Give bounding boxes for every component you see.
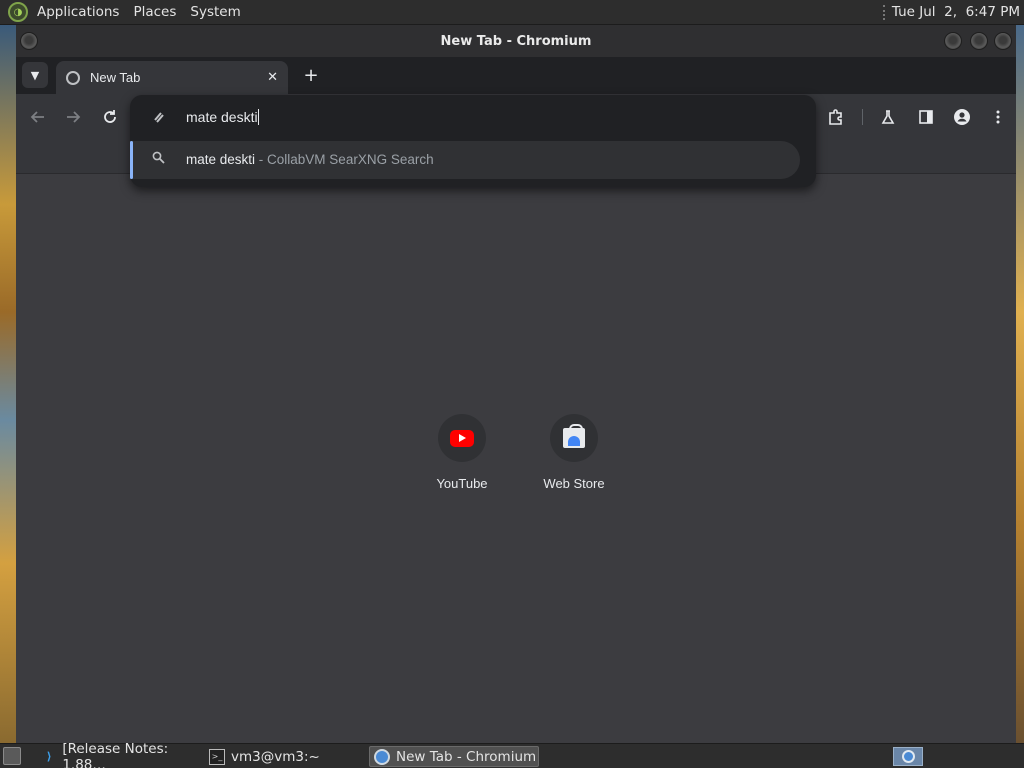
shortcut-tile[interactable]: [438, 414, 486, 462]
text-caret: [257, 109, 259, 125]
shortcut-tile[interactable]: [550, 414, 598, 462]
clock-area: Tue Jul 2, 6:47 PM: [882, 4, 1024, 20]
taskbar-item-label: New Tab - Chromium: [396, 748, 537, 765]
suggestion-selected-indicator: [130, 141, 133, 179]
web-store-icon: [563, 424, 585, 448]
chevron-down-icon: ▼: [30, 68, 40, 82]
window-title: New Tab - Chromium: [440, 33, 592, 49]
maximize-button[interactable]: [970, 32, 988, 50]
taskbar-item-label: [Release Notes: 1.88…: [62, 740, 169, 768]
clock[interactable]: Tue Jul 2, 6:47 PM: [892, 4, 1020, 20]
new-tab-button[interactable]: +: [298, 62, 324, 88]
terminal-icon: >_: [209, 748, 225, 765]
browser-window: New Tab - Chromium ▼ New Tab ✕ + YouTube…: [16, 25, 1016, 743]
omnibox-text-container[interactable]: mate deskti: [186, 109, 259, 125]
labs-flask-icon[interactable]: [876, 105, 900, 129]
workspace-switcher[interactable]: [893, 747, 923, 766]
taskbar-item-chromium[interactable]: New Tab - Chromium: [369, 746, 539, 767]
omnibox-suggestion[interactable]: mate deskti - CollabVM SearXNG Search: [130, 141, 800, 179]
new-tab-page: YouTube Web Store: [16, 174, 1016, 743]
toolbar-divider: [862, 109, 863, 125]
taskbar-item-terminal[interactable]: >_ vm3@vm3:~: [205, 746, 365, 767]
panel-separator: [882, 4, 886, 20]
reload-icon[interactable]: [98, 105, 122, 129]
side-panel-icon[interactable]: [914, 105, 938, 129]
applications-menu[interactable]: Applications: [30, 0, 126, 25]
close-window-button[interactable]: [994, 32, 1012, 50]
show-desktop-button[interactable]: [3, 747, 21, 765]
suggestion-text: mate deskti - CollabVM SearXNG Search: [186, 152, 434, 167]
taskbar-item-label: vm3@vm3:~: [231, 748, 320, 765]
suggestion-engine: - CollabVM SearXNG Search: [255, 152, 434, 167]
omnibox-typed-text[interactable]: mate deskti: [186, 109, 258, 125]
desktop-wallpaper-right: [1016, 25, 1024, 743]
search-icon: [152, 151, 165, 168]
desktop-wallpaper-left: [0, 25, 16, 743]
mate-menu-icon[interactable]: ◑: [8, 2, 28, 22]
profile-avatar-icon[interactable]: [950, 105, 974, 129]
close-tab-icon[interactable]: ✕: [267, 70, 278, 85]
shortcut-label[interactable]: Web Store: [526, 476, 622, 491]
system-menu[interactable]: System: [183, 0, 247, 25]
kebab-menu-icon[interactable]: [986, 105, 1010, 129]
minimize-button[interactable]: [944, 32, 962, 50]
tab-title: New Tab: [90, 70, 141, 85]
back-arrow-icon[interactable]: [26, 105, 50, 129]
tab-new-tab[interactable]: New Tab ✕: [56, 61, 288, 94]
youtube-icon: [450, 429, 474, 447]
search-engine-icon: [152, 110, 168, 126]
shortcut-label[interactable]: YouTube: [414, 476, 510, 491]
top-panel: ◑ Applications Places System Tue Jul 2, …: [0, 0, 1024, 25]
forward-arrow-icon[interactable]: [61, 105, 85, 129]
globe-icon: [66, 70, 80, 85]
omnibox-popup: mate deskti mate deskti - CollabVM SearX…: [130, 95, 816, 187]
bottom-panel: ⟩ [Release Notes: 1.88… >_ vm3@vm3:~ New…: [0, 741, 1024, 768]
tab-search-button[interactable]: ▼: [22, 62, 48, 88]
places-menu[interactable]: Places: [126, 0, 183, 25]
shortcut-web-store[interactable]: Web Store: [526, 414, 622, 491]
window-menu-button[interactable]: [20, 32, 38, 50]
vscode-icon: ⟩: [46, 750, 52, 763]
window-titlebar[interactable]: New Tab - Chromium: [16, 25, 1016, 57]
taskbar-item-vscode[interactable]: ⟩ [Release Notes: 1.88…: [38, 741, 200, 768]
extensions-puzzle-icon[interactable]: [824, 105, 848, 129]
suggestion-query: mate deskti: [186, 152, 256, 167]
chromium-icon: [374, 748, 390, 765]
shortcut-youtube[interactable]: YouTube: [414, 414, 510, 491]
chromium-icon: [901, 750, 915, 763]
omnibox-input[interactable]: mate deskti: [130, 95, 816, 141]
tab-strip: ▼ New Tab ✕ +: [16, 57, 1016, 94]
